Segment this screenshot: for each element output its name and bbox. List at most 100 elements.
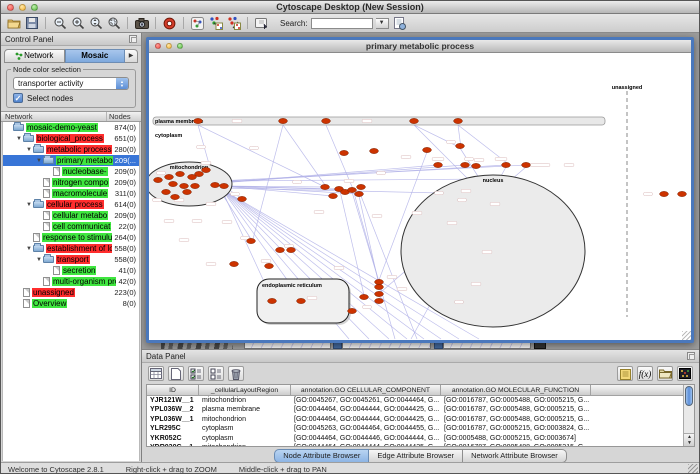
zoom-in-icon[interactable]	[70, 16, 85, 31]
network-node[interactable]	[340, 150, 349, 155]
delete-attribute-icon[interactable]	[228, 366, 244, 381]
compartment-nucleus[interactable]	[401, 175, 585, 327]
float-panel-icon[interactable]	[687, 352, 695, 360]
search-input[interactable]	[311, 18, 373, 29]
network-node[interactable]	[154, 177, 163, 182]
network-node[interactable]	[375, 279, 384, 284]
network-node[interactable]	[454, 118, 463, 123]
network-node[interactable]	[191, 183, 200, 188]
column-header-0[interactable]: ID	[147, 385, 199, 396]
tree-row-multi-organism-pro[interactable]: multi-organism pro42(0)	[3, 276, 139, 287]
zoom-fit-icon[interactable]	[88, 16, 103, 31]
tree-row-nitrogen-compo[interactable]: nitrogen compo209(0)	[3, 177, 139, 188]
network-node[interactable]	[678, 191, 687, 196]
create-attribute-icon[interactable]	[168, 366, 184, 381]
network-node[interactable]	[169, 181, 178, 186]
column-header-1[interactable]: _cellularLayoutRegion	[199, 385, 291, 396]
column-header-2[interactable]: annotation.GO CELLULAR_COMPONENT	[291, 385, 441, 396]
network-node[interactable]	[265, 263, 274, 268]
tab-network-attribute-browser[interactable]: Network Attribute Browser	[463, 449, 567, 463]
network-node[interactable]	[220, 183, 229, 188]
help-lifering-icon[interactable]	[162, 16, 177, 31]
network-node[interactable]	[357, 184, 366, 189]
tree-row-transport[interactable]: ▼transport558(0)	[3, 254, 139, 265]
column-header-3[interactable]: annotation.GO MOLECULAR_FUNCTION	[441, 385, 591, 396]
network-node[interactable]	[348, 308, 357, 313]
network-node[interactable]	[268, 298, 277, 303]
resize-grip-icon[interactable]	[682, 331, 691, 340]
expand-arrow-icon[interactable]: ▼	[15, 136, 23, 142]
zoom-selected-icon[interactable]	[106, 16, 121, 31]
table-row-YKR052C[interactable]: YKR052Ccytoplasm[GO:0044464, GO:0044446,…	[147, 434, 694, 443]
tree-row-establishment-of-lo[interactable]: ▼establishment of lo558(0)	[3, 243, 139, 254]
network-node[interactable]	[423, 147, 432, 152]
configure-search-icon[interactable]	[392, 16, 407, 31]
table-row-YDR039C__1[interactable]: YDR039C__1mitochondrion[GO:0044464, GO:0…	[147, 443, 694, 447]
expand-arrow-icon[interactable]: ▼	[25, 246, 33, 252]
tree-row-secretion[interactable]: secretion41(0)	[3, 265, 139, 276]
network-node[interactable]	[194, 118, 203, 123]
network-view-titlebar[interactable]: primary metabolic process	[149, 40, 691, 53]
table-row-YPL036W__2[interactable]: YPL036W__2plasma membrane[GO:0044464, GO…	[147, 405, 694, 414]
network-node[interactable]	[238, 196, 247, 201]
network-node[interactable]	[165, 174, 174, 179]
network-node[interactable]	[180, 183, 189, 188]
tree-row-unassigned[interactable]: unassigned223(0)	[3, 287, 139, 298]
tree-row-mosaic-demo-yeast[interactable]: mosaic-demo-yeast874(0)	[3, 122, 139, 133]
network-node[interactable]	[195, 171, 204, 176]
import-attributes-icon[interactable]	[657, 366, 673, 381]
tree-row-cellular-process[interactable]: ▼cellular process614(0)	[3, 199, 139, 210]
open-folder-icon[interactable]	[6, 16, 21, 31]
network-node[interactable]	[434, 162, 443, 167]
minimize-icon[interactable]	[166, 43, 172, 49]
select-nodes-checkbox[interactable]: ✓	[13, 93, 23, 103]
window-resize-grip-icon[interactable]	[688, 464, 698, 474]
network-node[interactable]	[230, 261, 239, 266]
table-row-YJR121W__1[interactable]: YJR121W__1mitochondrion[GO:0045267, GO:0…	[147, 396, 694, 405]
expand-arrow-icon[interactable]: ▼	[35, 158, 43, 164]
network-node[interactable]	[522, 162, 531, 167]
function-builder-icon[interactable]: f(x)	[637, 366, 653, 381]
table-row-YPL036W__1[interactable]: YPL036W__1mitochondrion[GO:0044464, GO:0…	[147, 415, 694, 424]
network-node[interactable]	[472, 163, 481, 168]
tree-row-overview[interactable]: Overview8(0)	[3, 298, 139, 309]
network-node[interactable]	[297, 298, 306, 303]
scrollbar-arrows[interactable]: ▲▼	[684, 433, 695, 446]
snapshot-camera-icon[interactable]	[134, 16, 149, 31]
close-icon[interactable]	[155, 43, 161, 49]
compartment-plasma-membrane[interactable]	[153, 117, 605, 125]
unselect-attributes-icon[interactable]	[208, 366, 224, 381]
network-node[interactable]	[276, 247, 285, 252]
network-node[interactable]	[171, 194, 180, 199]
minimize-icon[interactable]	[19, 4, 26, 11]
tree-col-nodes[interactable]: Nodes	[107, 112, 141, 121]
destroy-network-view-icon[interactable]	[226, 16, 241, 31]
network-node[interactable]	[502, 162, 511, 167]
attribute-matrix-icon[interactable]	[677, 366, 693, 381]
network-overview-icon[interactable]	[190, 16, 205, 31]
network-node[interactable]	[355, 191, 364, 196]
create-network-view-icon[interactable]	[208, 16, 223, 31]
tree-row-macromolecule[interactable]: macromolecule311(0)	[3, 188, 139, 199]
network-node[interactable]	[410, 118, 419, 123]
tree-row-biological-process[interactable]: ▼biological_process651(0)	[3, 133, 139, 144]
zoom-icon[interactable]	[177, 43, 183, 49]
network-node[interactable]	[202, 167, 211, 172]
table-scrollbar[interactable]: ▲▼	[683, 385, 694, 446]
node-color-dropdown[interactable]: transporter activity ▲▼	[13, 77, 129, 90]
tab-node-attribute-browser[interactable]: Node Attribute Browser	[274, 449, 369, 463]
tree-row-response-to-stimulu[interactable]: response to stimulu264(0)	[3, 232, 139, 243]
tree-col-network[interactable]: Network	[1, 112, 107, 121]
expand-arrow-icon[interactable]: ▼	[35, 257, 43, 263]
network-node[interactable]	[375, 284, 384, 289]
tree-row-nucleobase-[interactable]: nucleobase-209(0)	[3, 166, 139, 177]
tab-edge-attribute-browser[interactable]: Edge Attribute Browser	[369, 449, 463, 463]
network-node[interactable]	[322, 118, 331, 123]
search-dropdown-icon[interactable]: ▼	[376, 18, 389, 29]
select-attributes-icon[interactable]	[188, 366, 204, 381]
network-node[interactable]	[279, 118, 288, 123]
more-tabs-arrow-icon[interactable]: ▶	[125, 49, 138, 63]
network-node[interactable]	[375, 291, 384, 296]
tree-row-primary-metabo[interactable]: ▼primary metabo209(...	[3, 155, 139, 166]
network-node[interactable]	[461, 162, 470, 167]
